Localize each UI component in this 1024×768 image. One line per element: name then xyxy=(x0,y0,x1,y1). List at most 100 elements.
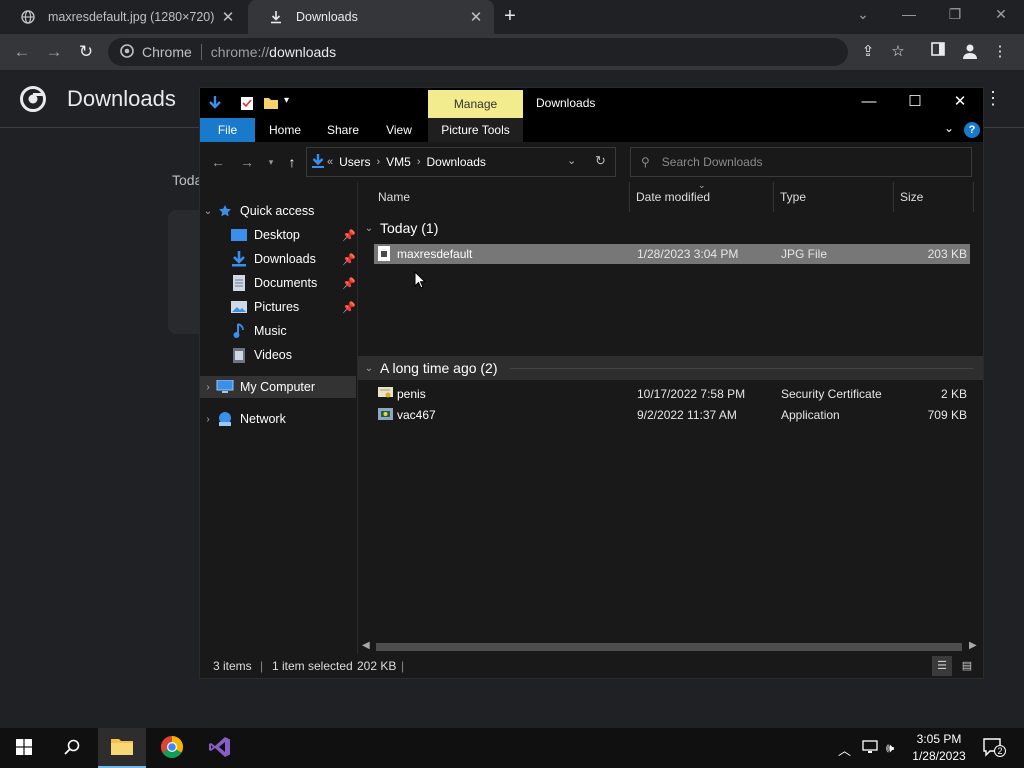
file-list: Name Date modified ⌄ Type Size ⌄ Today (… xyxy=(358,180,983,654)
chevron-right-icon[interactable]: › xyxy=(376,156,380,168)
chevron-down-icon[interactable]: ⌄ xyxy=(358,363,380,374)
forward-button[interactable]: → xyxy=(238,153,256,171)
tab-share[interactable]: Share xyxy=(318,118,368,142)
recent-locations-icon[interactable]: ▾ xyxy=(262,153,280,171)
up-button[interactable]: ↑ xyxy=(283,153,301,171)
horizontal-scrollbar[interactable]: ◀ ▶ xyxy=(358,640,983,654)
chevron-right-icon[interactable]: › xyxy=(200,414,216,425)
search-button[interactable] xyxy=(48,728,96,768)
pin-icon[interactable]: 📌 xyxy=(342,301,356,314)
manage-contextual-tab[interactable]: Manage xyxy=(428,90,523,118)
network-status-icon[interactable] xyxy=(862,740,878,757)
scroll-left-icon[interactable]: ◀ xyxy=(362,640,370,651)
chevron-down-icon[interactable]: ⌄ xyxy=(567,154,576,167)
column-size[interactable]: Size xyxy=(894,182,974,212)
nav-network[interactable]: › Network xyxy=(200,408,356,430)
column-name[interactable]: Name xyxy=(372,182,630,212)
chevron-down-icon[interactable]: ⌄ xyxy=(358,223,380,234)
file-size: 709 KB xyxy=(927,408,967,422)
back-button[interactable]: ← xyxy=(10,40,34,64)
tab-file[interactable]: File xyxy=(200,118,255,142)
nav-pictures[interactable]: Pictures 📌 xyxy=(200,296,356,318)
chevron-down-icon[interactable]: ⌄ xyxy=(200,206,216,217)
side-panel-icon[interactable] xyxy=(928,42,948,62)
forward-button[interactable]: → xyxy=(42,40,66,64)
group-header-long-ago[interactable]: ⌄ A long time ago (2) xyxy=(358,356,983,380)
maximize-button[interactable]: ☐ xyxy=(892,88,938,116)
scroll-right-icon[interactable]: ▶ xyxy=(969,640,977,651)
taskbar-chrome[interactable] xyxy=(148,728,196,768)
close-window-button[interactable]: ✕ xyxy=(978,0,1024,30)
help-icon[interactable]: ? xyxy=(964,122,980,138)
new-tab-button[interactable]: + xyxy=(499,5,521,27)
start-button[interactable] xyxy=(0,728,48,768)
nav-documents[interactable]: Documents 📌 xyxy=(200,272,356,294)
tab-image[interactable]: maxresdefault.jpg (1280×720) ✕ xyxy=(0,0,246,34)
refresh-icon[interactable]: ↻ xyxy=(595,153,606,169)
restore-button[interactable]: ❐ xyxy=(932,0,978,30)
file-size: 203 KB xyxy=(927,247,967,261)
address-bar[interactable]: Chrome chrome:// downloads xyxy=(108,38,848,66)
profile-icon[interactable] xyxy=(960,42,980,62)
breadcrumb-downloads[interactable]: Downloads xyxy=(427,155,486,169)
reload-button[interactable]: ↻ xyxy=(74,40,98,64)
search-input[interactable]: ⚲ Search Downloads xyxy=(630,147,972,177)
tab-picture-tools[interactable]: Picture Tools xyxy=(428,118,523,142)
file-row[interactable]: vac467 9/2/2022 11:37 AM Application 709… xyxy=(374,405,970,425)
nav-music[interactable]: Music xyxy=(200,320,356,342)
pin-icon[interactable]: 📌 xyxy=(342,253,356,266)
close-tab-icon[interactable]: ✕ xyxy=(220,8,236,26)
new-folder-icon[interactable] xyxy=(263,95,279,111)
large-icons-view-icon[interactable]: ▤ xyxy=(957,656,977,676)
taskbar-visual-studio[interactable] xyxy=(196,728,244,768)
close-button[interactable]: ✕ xyxy=(937,88,983,116)
customize-qat-icon[interactable]: ▾ xyxy=(284,95,300,111)
down-arrow-icon[interactable] xyxy=(207,95,223,111)
chevron-right-icon[interactable]: › xyxy=(417,156,421,168)
tab-search-icon[interactable]: ⌄ xyxy=(840,0,886,30)
breadcrumb-users[interactable]: Users xyxy=(339,155,370,169)
close-tab-icon[interactable]: ✕ xyxy=(468,8,484,26)
minimize-button[interactable]: — xyxy=(846,88,892,116)
group-header-today[interactable]: ⌄ Today (1) xyxy=(358,216,983,240)
nav-videos[interactable]: Videos xyxy=(200,344,356,366)
share-icon[interactable]: ⇪ xyxy=(858,42,878,62)
clock-time: 3:05 PM xyxy=(916,732,962,746)
nav-label: Downloads xyxy=(254,252,316,266)
desktop-icon xyxy=(230,227,248,243)
file-explorer-window: ▾ Manage Downloads — ☐ ✕ File Home Share… xyxy=(199,87,984,679)
nav-quick-access[interactable]: ⌄ Quick access xyxy=(200,200,356,222)
nav-desktop[interactable]: Desktop 📌 xyxy=(200,224,356,246)
tab-home[interactable]: Home xyxy=(260,118,310,142)
pin-icon[interactable]: 📌 xyxy=(342,229,356,242)
file-row[interactable]: maxresdefault 1/28/2023 3:04 PM JPG File… xyxy=(374,244,970,264)
pin-icon[interactable]: 📌 xyxy=(342,277,356,290)
menu-kebab-icon[interactable]: ⋮ xyxy=(990,42,1010,62)
breadcrumb-overflow[interactable]: « xyxy=(327,156,333,168)
window-title: Downloads xyxy=(536,96,596,110)
column-type[interactable]: Type xyxy=(774,182,894,212)
breadcrumb-vm5[interactable]: VM5 xyxy=(386,155,411,169)
nav-downloads[interactable]: Downloads 📌 xyxy=(200,248,356,270)
chevron-right-icon[interactable]: › xyxy=(200,382,216,393)
taskbar-file-explorer[interactable] xyxy=(98,728,146,768)
volume-icon[interactable]: 🕪 xyxy=(886,740,894,756)
file-row[interactable]: penis 10/17/2022 7:58 PM Security Certif… xyxy=(374,384,970,404)
minimize-button[interactable]: — xyxy=(886,0,932,30)
bookmark-star-icon[interactable]: ☆ xyxy=(888,42,908,62)
tab-view[interactable]: View xyxy=(374,118,424,142)
more-actions-icon[interactable]: ⋮ xyxy=(984,88,1002,109)
notification-badge: 2 xyxy=(994,745,1006,757)
action-center-button[interactable]: 2 xyxy=(982,737,1006,760)
details-view-icon[interactable]: ☰ xyxy=(932,656,952,676)
back-button[interactable]: ← xyxy=(209,153,227,171)
nav-my-computer[interactable]: › My Computer xyxy=(200,376,356,398)
tab-title: Downloads xyxy=(296,10,358,24)
address-bar[interactable]: « Users › VM5 › Downloads ⌄ ↻ xyxy=(306,147,616,177)
expand-ribbon-icon[interactable]: ⌄ xyxy=(944,121,954,135)
scrollbar-thumb[interactable] xyxy=(376,643,962,651)
show-hidden-icons[interactable]: ︿ xyxy=(838,740,851,759)
system-clock[interactable]: 3:05 PM 1/28/2023 xyxy=(900,731,978,765)
properties-icon[interactable] xyxy=(240,95,256,111)
tab-downloads[interactable]: Downloads ✕ xyxy=(248,0,494,34)
